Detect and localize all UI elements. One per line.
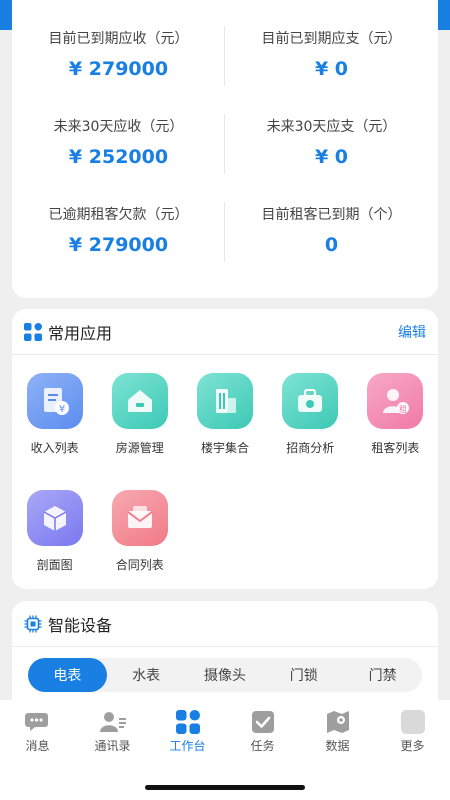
- device-type-tabs: 电表 水表 摄像头 门锁 门禁: [28, 658, 422, 692]
- app-label: 租客列表: [371, 441, 420, 455]
- tab-camera[interactable]: 摄像头: [186, 658, 265, 692]
- envelope-icon: [111, 490, 168, 546]
- tab-label: 工作台: [169, 739, 206, 753]
- app-property-management[interactable]: 房源管理: [97, 373, 182, 490]
- app-income-list[interactable]: ¥ 收入列表: [12, 373, 97, 490]
- stat-label: 目前已到期应支（元）: [261, 31, 402, 47]
- receipt-icon: ¥: [26, 373, 83, 429]
- common-apps-title: 常用应用: [48, 323, 113, 343]
- app-building-collection[interactable]: 楼宇集合: [182, 373, 267, 490]
- more-icon: [400, 710, 425, 734]
- common-apps-card: 常用应用 编辑 ¥ 收入列表 房源管理 楼宇集合 招商分析 租 租客列表 剖面图…: [12, 309, 438, 589]
- building-icon: [196, 373, 253, 429]
- chat-icon: [24, 713, 48, 731]
- app-label: 收入列表: [30, 441, 79, 455]
- stat-due-payable[interactable]: 目前已到期应支（元） ¥ 0: [225, 20, 438, 108]
- briefcase-icon: [282, 373, 339, 429]
- stat-value: ¥ 252000: [68, 146, 169, 168]
- app-label: 招商分析: [286, 441, 335, 455]
- tab-label: 任务: [250, 739, 275, 753]
- tab-water-meter[interactable]: 水表: [107, 658, 186, 692]
- svg-text:租: 租: [399, 405, 407, 414]
- stat-value: ¥ 279000: [68, 234, 169, 256]
- app-section-view[interactable]: 剖面图: [12, 490, 97, 607]
- tab-contacts[interactable]: 通讯录: [75, 700, 150, 764]
- stat-value: ¥ 279000: [68, 58, 169, 80]
- app-label: 楼宇集合: [200, 441, 249, 455]
- tab-more[interactable]: 更多: [375, 700, 450, 764]
- tab-label: 更多: [400, 739, 425, 753]
- house-icon: [111, 373, 168, 429]
- stat-overdue-arrears[interactable]: 已逾期租客欠款（元） ¥ 279000: [12, 196, 225, 284]
- stat-next30-payable[interactable]: 未来30天应支（元） ¥ 0: [225, 108, 438, 196]
- common-apps-header: 常用应用 编辑: [12, 309, 438, 355]
- workbench-icon: [175, 710, 200, 734]
- svg-text:¥: ¥: [58, 404, 64, 415]
- edit-button[interactable]: 编辑: [398, 322, 426, 342]
- bottom-tab-bar: 消息 通讯录 工作台 任务 数据 更多: [0, 700, 450, 800]
- tab-label: 消息: [25, 739, 50, 753]
- tab-label: 数据: [325, 739, 350, 753]
- app-label: 剖面图: [36, 558, 73, 572]
- task-icon: [251, 711, 274, 733]
- stat-label: 目前租客已到期（个）: [261, 207, 402, 223]
- stat-label: 未来30天应支（元）: [266, 119, 397, 135]
- stat-value: ¥ 0: [314, 146, 349, 168]
- contacts-icon: [99, 712, 126, 732]
- stat-label: 未来30天应收（元）: [53, 119, 184, 135]
- finance-summary-card: 目前已到期应收（元） ¥ 279000 目前已到期应支（元） ¥ 0 未来30天…: [12, 0, 438, 298]
- home-indicator: [145, 785, 305, 790]
- app-tenant-list[interactable]: 租 租客列表: [353, 373, 438, 490]
- stat-next30-receivable[interactable]: 未来30天应收（元） ¥ 252000: [12, 108, 225, 196]
- tenant-icon: 租: [367, 373, 424, 429]
- app-contract-list[interactable]: 合同列表: [97, 490, 182, 607]
- tab-access-control[interactable]: 门禁: [343, 658, 422, 692]
- tab-label: 通讯录: [94, 739, 131, 753]
- app-label: 房源管理: [115, 441, 164, 455]
- tab-data[interactable]: 数据: [300, 700, 375, 764]
- tab-workbench[interactable]: 工作台: [150, 700, 225, 764]
- stat-label: 已逾期租客欠款（元）: [48, 207, 189, 223]
- tab-tasks[interactable]: 任务: [225, 700, 300, 764]
- data-icon: [326, 711, 349, 733]
- tab-messages[interactable]: 消息: [0, 700, 75, 764]
- apps-grid-icon: [24, 322, 42, 341]
- stat-value: ¥ 0: [314, 58, 349, 80]
- tab-electric-meter[interactable]: 电表: [28, 658, 107, 692]
- chip-icon: [24, 615, 42, 632]
- smart-devices-header: 智能设备: [12, 601, 438, 647]
- stat-value: 0: [324, 234, 339, 256]
- tab-door-lock[interactable]: 门锁: [264, 658, 343, 692]
- app-investment-analysis[interactable]: 招商分析: [268, 373, 353, 490]
- stat-tenants-expired[interactable]: 目前租客已到期（个） 0: [225, 196, 438, 284]
- stat-label: 目前已到期应收（元）: [48, 31, 189, 47]
- app-label: 合同列表: [115, 558, 164, 572]
- smart-devices-title: 智能设备: [48, 615, 113, 635]
- cube-icon: [26, 490, 83, 546]
- stat-due-receivable[interactable]: 目前已到期应收（元） ¥ 279000: [12, 20, 225, 108]
